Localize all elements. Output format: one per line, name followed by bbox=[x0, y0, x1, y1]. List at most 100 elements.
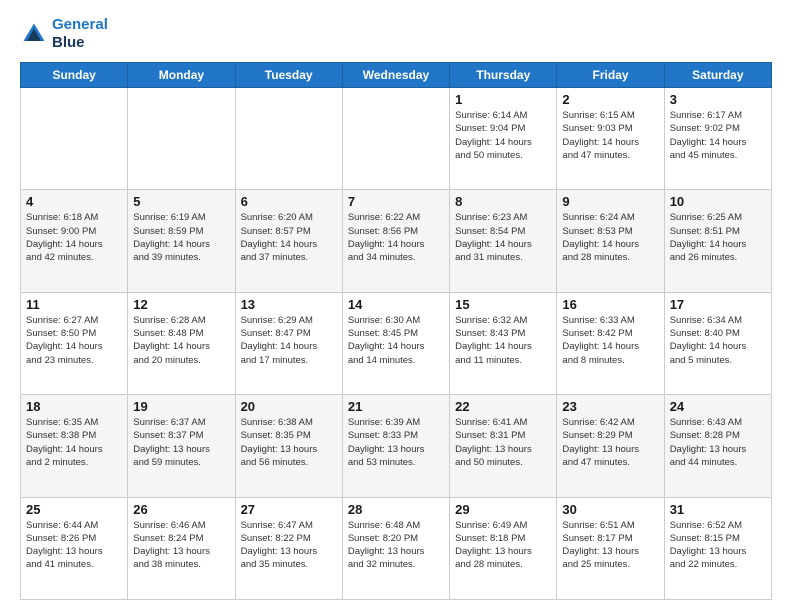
day-number: 31 bbox=[670, 502, 766, 517]
day-number: 4 bbox=[26, 194, 122, 209]
calendar-cell: 7Sunrise: 6:22 AM Sunset: 8:56 PM Daylig… bbox=[342, 190, 449, 292]
calendar-table: SundayMondayTuesdayWednesdayThursdayFrid… bbox=[20, 62, 772, 600]
calendar-cell: 16 Sunrise: 6:33 AM Sunset: 8:42 PM Dayli… bbox=[557, 292, 664, 394]
day-info: Sunrise: 6:38 AM Sunset: 8:35 PM Dayligh… bbox=[241, 416, 337, 469]
calendar-cell: 12 Sunrise: 6:28 AM Sunset: 8:48 PM Dayli… bbox=[128, 292, 235, 394]
weekday-header-thursday: Thursday bbox=[450, 63, 557, 88]
calendar-cell: 11 Sunrise: 6:27 AM Sunset: 8:50 PM Dayli… bbox=[21, 292, 128, 394]
calendar-cell: 25 Sunrise: 6:44 AM Sunset: 8:26 PM Dayli… bbox=[21, 497, 128, 599]
calendar-week-4: 18 Sunrise: 6:35 AM Sunset: 8:38 PM Dayli… bbox=[21, 395, 772, 497]
day-info: Sunrise: 6:43 AM Sunset: 8:28 PM Dayligh… bbox=[670, 416, 766, 469]
day-info: Sunrise: 6:22 AM Sunset: 8:56 PM Dayligh… bbox=[348, 211, 444, 264]
day-info: Sunrise: 6:28 AM Sunset: 8:48 PM Dayligh… bbox=[133, 314, 229, 367]
header: General Blue bbox=[20, 16, 772, 52]
day-info: Sunrise: 6:19 AM Sunset: 8:59 PM Dayligh… bbox=[133, 211, 229, 264]
day-number: 17 bbox=[670, 297, 766, 312]
page: General Blue SundayMondayTuesdayWednesda… bbox=[0, 0, 792, 612]
day-number: 10 bbox=[670, 194, 766, 209]
day-number: 12 bbox=[133, 297, 229, 312]
day-number: 9 bbox=[562, 194, 658, 209]
day-info: Sunrise: 6:25 AM Sunset: 8:51 PM Dayligh… bbox=[670, 211, 766, 264]
logo-icon bbox=[20, 20, 48, 48]
calendar-cell: 5 Sunrise: 6:19 AM Sunset: 8:59 PM Daylig… bbox=[128, 190, 235, 292]
calendar-cell: 14 Sunrise: 6:30 AM Sunset: 8:45 PM Dayli… bbox=[342, 292, 449, 394]
calendar-week-2: 4Sunrise: 6:18 AM Sunset: 9:00 PM Daylig… bbox=[21, 190, 772, 292]
day-number: 20 bbox=[241, 399, 337, 414]
day-info: Sunrise: 6:46 AM Sunset: 8:24 PM Dayligh… bbox=[133, 519, 229, 572]
calendar-cell: 27Sunrise: 6:47 AM Sunset: 8:22 PM Dayli… bbox=[235, 497, 342, 599]
day-info: Sunrise: 6:17 AM Sunset: 9:02 PM Dayligh… bbox=[670, 109, 766, 162]
day-number: 6 bbox=[241, 194, 337, 209]
logo: General Blue bbox=[20, 16, 108, 52]
day-info: Sunrise: 6:42 AM Sunset: 8:29 PM Dayligh… bbox=[562, 416, 658, 469]
calendar-cell: 20 Sunrise: 6:38 AM Sunset: 8:35 PM Dayli… bbox=[235, 395, 342, 497]
day-number: 13 bbox=[241, 297, 337, 312]
day-info: Sunrise: 6:14 AM Sunset: 9:04 PM Dayligh… bbox=[455, 109, 551, 162]
day-number: 21 bbox=[348, 399, 444, 414]
calendar-cell: 9 Sunrise: 6:24 AM Sunset: 8:53 PM Daylig… bbox=[557, 190, 664, 292]
day-number: 15 bbox=[455, 297, 551, 312]
calendar-cell: 2Sunrise: 6:15 AM Sunset: 9:03 PM Daylig… bbox=[557, 88, 664, 190]
day-info: Sunrise: 6:51 AM Sunset: 8:17 PM Dayligh… bbox=[562, 519, 658, 572]
day-number: 11 bbox=[26, 297, 122, 312]
weekday-header-saturday: Saturday bbox=[664, 63, 771, 88]
day-info: Sunrise: 6:33 AM Sunset: 8:42 PM Dayligh… bbox=[562, 314, 658, 367]
calendar-cell: 15 Sunrise: 6:32 AM Sunset: 8:43 PM Dayli… bbox=[450, 292, 557, 394]
day-number: 23 bbox=[562, 399, 658, 414]
calendar-cell: 3 Sunrise: 6:17 AM Sunset: 9:02 PM Daylig… bbox=[664, 88, 771, 190]
day-info: Sunrise: 6:39 AM Sunset: 8:33 PM Dayligh… bbox=[348, 416, 444, 469]
day-number: 22 bbox=[455, 399, 551, 414]
day-info: Sunrise: 6:52 AM Sunset: 8:15 PM Dayligh… bbox=[670, 519, 766, 572]
calendar-week-1: 1 Sunrise: 6:14 AM Sunset: 9:04 PM Daylig… bbox=[21, 88, 772, 190]
day-info: Sunrise: 6:47 AM Sunset: 8:22 PM Dayligh… bbox=[241, 519, 337, 572]
weekday-header-tuesday: Tuesday bbox=[235, 63, 342, 88]
day-info: Sunrise: 6:44 AM Sunset: 8:26 PM Dayligh… bbox=[26, 519, 122, 572]
weekday-header-friday: Friday bbox=[557, 63, 664, 88]
day-number: 25 bbox=[26, 502, 122, 517]
calendar-cell: 1 Sunrise: 6:14 AM Sunset: 9:04 PM Daylig… bbox=[450, 88, 557, 190]
day-number: 14 bbox=[348, 297, 444, 312]
day-number: 3 bbox=[670, 92, 766, 107]
day-number: 18 bbox=[26, 399, 122, 414]
day-info: Sunrise: 6:15 AM Sunset: 9:03 PM Dayligh… bbox=[562, 109, 658, 162]
calendar-cell: 18 Sunrise: 6:35 AM Sunset: 8:38 PM Dayli… bbox=[21, 395, 128, 497]
calendar-cell: 29 Sunrise: 6:49 AM Sunset: 8:18 PM Dayli… bbox=[450, 497, 557, 599]
calendar-cell: 24 Sunrise: 6:43 AM Sunset: 8:28 PM Dayli… bbox=[664, 395, 771, 497]
day-number: 16 bbox=[562, 297, 658, 312]
day-info: Sunrise: 6:48 AM Sunset: 8:20 PM Dayligh… bbox=[348, 519, 444, 572]
day-number: 1 bbox=[455, 92, 551, 107]
day-info: Sunrise: 6:41 AM Sunset: 8:31 PM Dayligh… bbox=[455, 416, 551, 469]
day-info: Sunrise: 6:35 AM Sunset: 8:38 PM Dayligh… bbox=[26, 416, 122, 469]
day-number: 8 bbox=[455, 194, 551, 209]
calendar-cell: 8 Sunrise: 6:23 AM Sunset: 8:54 PM Daylig… bbox=[450, 190, 557, 292]
calendar-cell: 26 Sunrise: 6:46 AM Sunset: 8:24 PM Dayli… bbox=[128, 497, 235, 599]
day-info: Sunrise: 6:32 AM Sunset: 8:43 PM Dayligh… bbox=[455, 314, 551, 367]
day-number: 24 bbox=[670, 399, 766, 414]
day-number: 28 bbox=[348, 502, 444, 517]
calendar-cell: 21 Sunrise: 6:39 AM Sunset: 8:33 PM Dayli… bbox=[342, 395, 449, 497]
day-info: Sunrise: 6:20 AM Sunset: 8:57 PM Dayligh… bbox=[241, 211, 337, 264]
day-number: 5 bbox=[133, 194, 229, 209]
calendar-cell: 23 Sunrise: 6:42 AM Sunset: 8:29 PM Dayli… bbox=[557, 395, 664, 497]
weekday-header-monday: Monday bbox=[128, 63, 235, 88]
calendar-header-row: SundayMondayTuesdayWednesdayThursdayFrid… bbox=[21, 63, 772, 88]
day-info: Sunrise: 6:23 AM Sunset: 8:54 PM Dayligh… bbox=[455, 211, 551, 264]
calendar-cell bbox=[128, 88, 235, 190]
logo-text: General Blue bbox=[52, 16, 108, 52]
day-number: 26 bbox=[133, 502, 229, 517]
calendar-week-5: 25 Sunrise: 6:44 AM Sunset: 8:26 PM Dayli… bbox=[21, 497, 772, 599]
day-number: 19 bbox=[133, 399, 229, 414]
day-info: Sunrise: 6:30 AM Sunset: 8:45 PM Dayligh… bbox=[348, 314, 444, 367]
day-info: Sunrise: 6:24 AM Sunset: 8:53 PM Dayligh… bbox=[562, 211, 658, 264]
day-info: Sunrise: 6:34 AM Sunset: 8:40 PM Dayligh… bbox=[670, 314, 766, 367]
day-number: 29 bbox=[455, 502, 551, 517]
calendar-cell: 19Sunrise: 6:37 AM Sunset: 8:37 PM Dayli… bbox=[128, 395, 235, 497]
day-info: Sunrise: 6:49 AM Sunset: 8:18 PM Dayligh… bbox=[455, 519, 551, 572]
calendar-cell: 10 Sunrise: 6:25 AM Sunset: 8:51 PM Dayli… bbox=[664, 190, 771, 292]
day-info: Sunrise: 6:29 AM Sunset: 8:47 PM Dayligh… bbox=[241, 314, 337, 367]
calendar-cell: 4Sunrise: 6:18 AM Sunset: 9:00 PM Daylig… bbox=[21, 190, 128, 292]
day-info: Sunrise: 6:27 AM Sunset: 8:50 PM Dayligh… bbox=[26, 314, 122, 367]
calendar-cell: 22 Sunrise: 6:41 AM Sunset: 8:31 PM Dayli… bbox=[450, 395, 557, 497]
calendar-cell bbox=[21, 88, 128, 190]
calendar-week-3: 11 Sunrise: 6:27 AM Sunset: 8:50 PM Dayli… bbox=[21, 292, 772, 394]
